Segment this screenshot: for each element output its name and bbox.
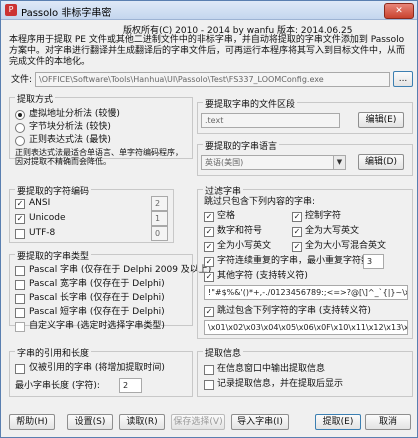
filter-skip-string-label: 跳过包含下列字符的字串 (支持转义符) — [217, 306, 371, 316]
app-icon: P — [5, 4, 17, 16]
filter-other-field[interactable]: !"#$%&'()*+,-./0123456789:;<=>?@[\]^_`{|… — [204, 285, 408, 300]
extract-info-log-label: 记录提取信息，并在提取后显示 — [217, 379, 344, 389]
filter-repeat-spinner[interactable]: 3 — [363, 254, 384, 269]
filter-skip-label: 跳过只包含下列内容的字串: — [204, 197, 316, 207]
reference-min-len-field[interactable]: 2 — [119, 378, 142, 393]
filter-skip-string-field[interactable]: \x01\x02\x03\x04\x05\x06\x0F\x10\x11\x12… — [204, 320, 408, 335]
encoding-ansi-order[interactable]: 2 — [151, 196, 168, 211]
encoding-unicode-order[interactable]: 1 — [151, 211, 168, 226]
filter-digits-label: 数字和符号 — [217, 226, 263, 236]
file-browse-button[interactable]: ... — [393, 71, 413, 87]
method-note: 正则表达式法最适合单语言、单字符编码程序，因对提取不精确而会降低。 — [15, 148, 183, 166]
window-title: Passolo 非标字串密 — [21, 8, 112, 19]
type-pascal-label: Pascal 字串 (仅存在于 Delphi 2009 及以上) — [29, 265, 212, 275]
reference-title: 字串的引用和长度 — [15, 346, 92, 359]
sections-edit-button[interactable]: 编辑(E) — [358, 112, 404, 128]
filter-control-label: 控制字符 — [305, 211, 342, 221]
settings-button[interactable]: 设置(S) — [67, 414, 113, 430]
file-path-field[interactable]: \OFFICE\Software\Tools\Hanhua\UI\Passolo… — [35, 72, 390, 87]
encoding-unicode-checkbox[interactable]: ✓ — [15, 214, 25, 224]
encoding-utf8-label: UTF-8 — [29, 228, 56, 238]
type-pascal-wide-checkbox[interactable] — [15, 280, 25, 290]
cancel-button[interactable]: 取消 — [365, 414, 411, 430]
filter-space-label: 空格 — [217, 211, 236, 221]
filter-repeat-label: 字符连续重复的字串，最小重复字符数: — [217, 256, 374, 266]
extract-info-log-checkbox[interactable] — [204, 380, 214, 390]
encoding-title: 要提取的字符编码 — [15, 184, 92, 197]
type-pascal-long-checkbox[interactable] — [15, 294, 25, 304]
save-selection-button[interactable]: 保存选择(V) — [171, 414, 225, 430]
sections-title: 要提取字串的文件区段 — [203, 97, 298, 110]
chevron-down-icon: ▼ — [333, 156, 345, 169]
main-window: P Passolo 非标字串密 ✕ 版权所有(C) 2010 - 2014 by… — [0, 0, 418, 438]
encoding-ansi-checkbox[interactable]: ✓ — [15, 199, 25, 209]
close-button[interactable]: ✕ — [384, 3, 414, 19]
reference-min-len-label: 最小字串长度 (字符): — [15, 381, 100, 391]
sections-field[interactable]: .text — [201, 113, 340, 128]
file-label: 文件: — [11, 75, 33, 85]
method-option-byte: 字节块分析法 (较快) — [29, 122, 111, 132]
type-pascal-checkbox[interactable] — [15, 266, 25, 276]
extract-info-output-label: 在信息窗口中输出提取信息 — [217, 364, 326, 374]
filter-upper-label: 全为大写英文 — [305, 226, 360, 236]
method-option-regex: 正则表达式法 (最快) — [29, 135, 111, 145]
reference-only-label: 仅被引用的字串 (将增加提取时间) — [29, 363, 165, 373]
description-text: 本程序用于提取 PE 文件或其他二进制文件中的非标字串，并自动将提取的字串文件添… — [9, 35, 406, 67]
method-option-virtual: 虚拟地址分析法 (较慢) — [29, 109, 120, 119]
language-select-value: 英语(美国) — [205, 158, 244, 167]
import-strings-button[interactable]: 导入字串(I) — [231, 414, 289, 430]
filter-space-checkbox[interactable]: ✓ — [204, 212, 214, 222]
help-button[interactable]: 帮助(H) — [9, 414, 55, 430]
type-custom-label: 自定义字串 (选定时选择字串类型) — [29, 321, 165, 331]
encoding-utf8-order[interactable]: 0 — [151, 226, 168, 241]
type-pascal-wide-label: Pascal 宽字串 (仅存在于 Delphi) — [29, 279, 165, 289]
string-types-title: 要提取的字串类型 — [15, 249, 92, 262]
filter-mixed-label: 全为大小写混合英文 — [305, 241, 387, 251]
encoding-ansi-label: ANSI — [29, 198, 51, 208]
filter-other-checkbox[interactable]: ✓ — [204, 272, 214, 282]
extract-method-title: 提取方式 — [15, 92, 56, 105]
method-radio-regex[interactable] — [15, 136, 25, 146]
type-pascal-short-checkbox[interactable] — [15, 308, 25, 318]
filter-lower-label: 全为小写英文 — [217, 241, 272, 251]
filter-skip-string-checkbox[interactable]: ✓ — [204, 307, 214, 317]
type-custom-checkbox[interactable] — [15, 322, 25, 332]
extract-info-title: 提取信息 — [203, 346, 244, 359]
type-pascal-short-label: Pascal 短字串 (仅存在于 Delphi) — [29, 307, 165, 317]
extract-button[interactable]: 提取(E) — [315, 414, 361, 430]
filter-digits-checkbox[interactable]: ✓ — [204, 227, 214, 237]
filter-lower-checkbox[interactable]: ✓ — [204, 242, 214, 252]
language-title: 要提取的字串语言 — [203, 139, 280, 152]
title-bar: P Passolo 非标字串密 ✕ — [1, 1, 417, 20]
filter-repeat-checkbox[interactable]: ✓ — [204, 257, 214, 267]
reference-only-checkbox[interactable] — [15, 364, 25, 374]
language-edit-button[interactable]: 编辑(D) — [358, 154, 404, 170]
filter-mixed-checkbox[interactable]: ✓ — [292, 242, 302, 252]
encoding-unicode-label: Unicode — [29, 213, 66, 223]
type-pascal-long-label: Pascal 长字串 (仅存在于 Delphi) — [29, 293, 165, 303]
read-button[interactable]: 读取(R) — [119, 414, 165, 430]
filter-control-checkbox[interactable]: ✓ — [292, 212, 302, 222]
encoding-utf8-checkbox[interactable] — [15, 229, 25, 239]
filter-title: 过滤字串 — [203, 184, 244, 197]
filter-repeat-value: 3 — [367, 257, 373, 266]
method-radio-virtual[interactable] — [15, 110, 25, 120]
filter-other-label: 其他字符 (支持转义符) — [217, 271, 308, 281]
method-radio-byte[interactable] — [15, 123, 25, 133]
extract-info-output-checkbox[interactable] — [204, 365, 214, 375]
language-select[interactable]: 英语(美国) ▼ — [201, 155, 346, 170]
filter-upper-checkbox[interactable]: ✓ — [292, 227, 302, 237]
